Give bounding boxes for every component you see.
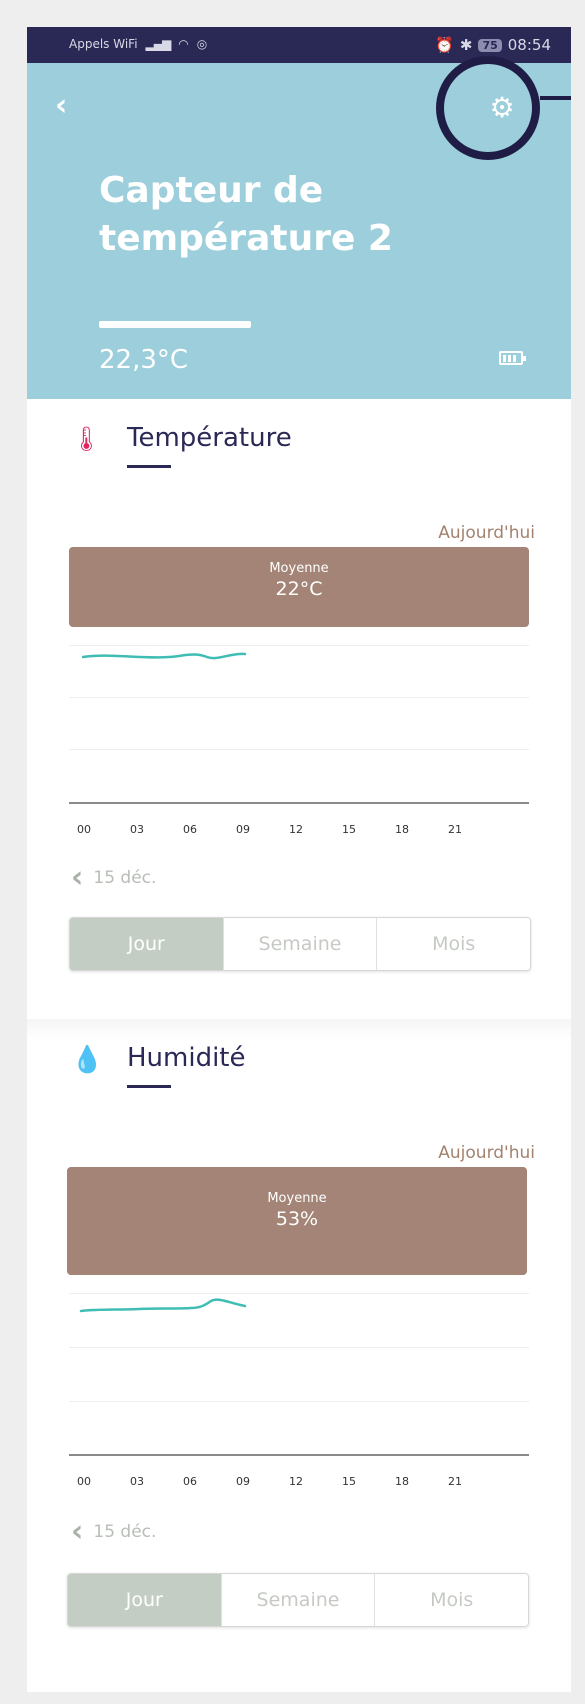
signal-icon: ▂▄▆ <box>145 37 172 51</box>
tab-mois[interactable]: Mois <box>374 1574 528 1626</box>
hour-tick: 00 <box>77 1475 91 1488</box>
highlight-pointer <box>540 96 571 100</box>
temperature-date-nav[interactable]: ‹ 15 déc. <box>71 863 156 893</box>
device-title: Capteur de température 2 <box>99 170 393 259</box>
chevron-left-icon[interactable]: ‹ <box>71 863 83 893</box>
highlight-ring <box>436 56 540 160</box>
wifi-icon: ◠ <box>178 37 189 51</box>
humidity-trend-line <box>79 1298 247 1313</box>
temperature-x-axis <box>69 802 529 804</box>
chevron-left-icon: ‹ <box>55 88 68 123</box>
humidity-title: Humidité <box>127 1043 246 1073</box>
hour-tick: 12 <box>289 823 303 836</box>
temperature-trend-line <box>81 652 247 660</box>
humidity-title-underline <box>127 1085 171 1088</box>
temperature-period-tabs: Jour Semaine Mois <box>69 917 531 971</box>
chart-gridline <box>69 1347 529 1348</box>
hour-tick: 00 <box>77 823 91 836</box>
phone-screen: Appels WiFi ▂▄▆ ◠ ◎ ⏰ ✱ 75 08:54 ‹ ⚙ Cap… <box>27 27 571 1692</box>
hour-tick: 21 <box>448 823 462 836</box>
thermometer-icon: 🌡 <box>71 425 102 453</box>
tab-jour[interactable]: Jour <box>70 918 223 970</box>
temperature-title: Température <box>127 423 292 453</box>
hour-tick: 12 <box>289 1475 303 1488</box>
title-underline <box>99 321 251 328</box>
tab-semaine[interactable]: Semaine <box>220 1574 375 1626</box>
hour-tick: 03 <box>130 1475 144 1488</box>
temperature-average-label: Moyenne <box>269 561 329 576</box>
humidity-date: 15 déc. <box>93 1522 157 1542</box>
temperature-average-bar: Moyenne 22°C <box>69 547 529 627</box>
humidity-period-tabs: Jour Semaine Mois <box>67 1573 529 1627</box>
alarm-icon: ⏰ <box>435 36 454 54</box>
humidity-x-axis <box>69 1454 529 1456</box>
chart-gridline <box>69 697 529 698</box>
hour-tick: 06 <box>183 823 197 836</box>
instagram-icon: ◎ <box>196 37 208 51</box>
humidity-section: 💧 Humidité Aujourd'hui Moyenne 53% 00 03… <box>27 1017 571 1657</box>
hour-tick: 21 <box>448 1475 462 1488</box>
hour-tick: 03 <box>130 823 144 836</box>
current-reading: 22,3°C <box>99 345 189 375</box>
humidity-average-value: 53% <box>275 1208 319 1230</box>
humidity-period-label: Aujourd'hui <box>438 1143 535 1163</box>
clock: 08:54 <box>507 36 551 54</box>
hour-tick: 18 <box>395 1475 409 1488</box>
hour-tick: 18 <box>395 823 409 836</box>
humidity-average-label: Moyenne <box>267 1191 327 1206</box>
tab-jour[interactable]: Jour <box>68 1574 221 1626</box>
hour-tick: 15 <box>342 823 356 836</box>
humidity-average-bar: Moyenne 53% <box>67 1167 527 1275</box>
back-button[interactable]: ‹ <box>55 91 67 121</box>
temperature-title-underline <box>127 465 171 468</box>
temperature-average-value: 22°C <box>275 578 323 600</box>
battery-full-icon <box>499 351 526 365</box>
chart-gridline <box>69 749 529 750</box>
hour-tick: 09 <box>236 1475 250 1488</box>
carrier-label: Appels WiFi <box>69 37 138 51</box>
temperature-period-label: Aujourd'hui <box>438 523 535 543</box>
bluetooth-icon: ✱ <box>459 36 473 54</box>
temperature-date: 15 déc. <box>93 868 157 888</box>
droplet-icon: 💧 <box>71 1045 104 1075</box>
hour-tick: 15 <box>342 1475 356 1488</box>
chart-gridline <box>69 1401 529 1402</box>
tab-semaine[interactable]: Semaine <box>222 918 377 970</box>
tab-mois[interactable]: Mois <box>376 918 530 970</box>
device-header: ‹ ⚙ Capteur de température 2 22,3°C <box>27 56 571 399</box>
hour-tick: 09 <box>236 823 250 836</box>
chevron-left-icon[interactable]: ‹ <box>71 1517 83 1547</box>
battery-level: 75 <box>478 38 502 52</box>
humidity-date-nav[interactable]: ‹ 15 déc. <box>71 1517 156 1547</box>
temperature-section: 🌡 Température Aujourd'hui Moyenne 22°C 0… <box>27 399 571 979</box>
hour-tick: 06 <box>183 1475 197 1488</box>
